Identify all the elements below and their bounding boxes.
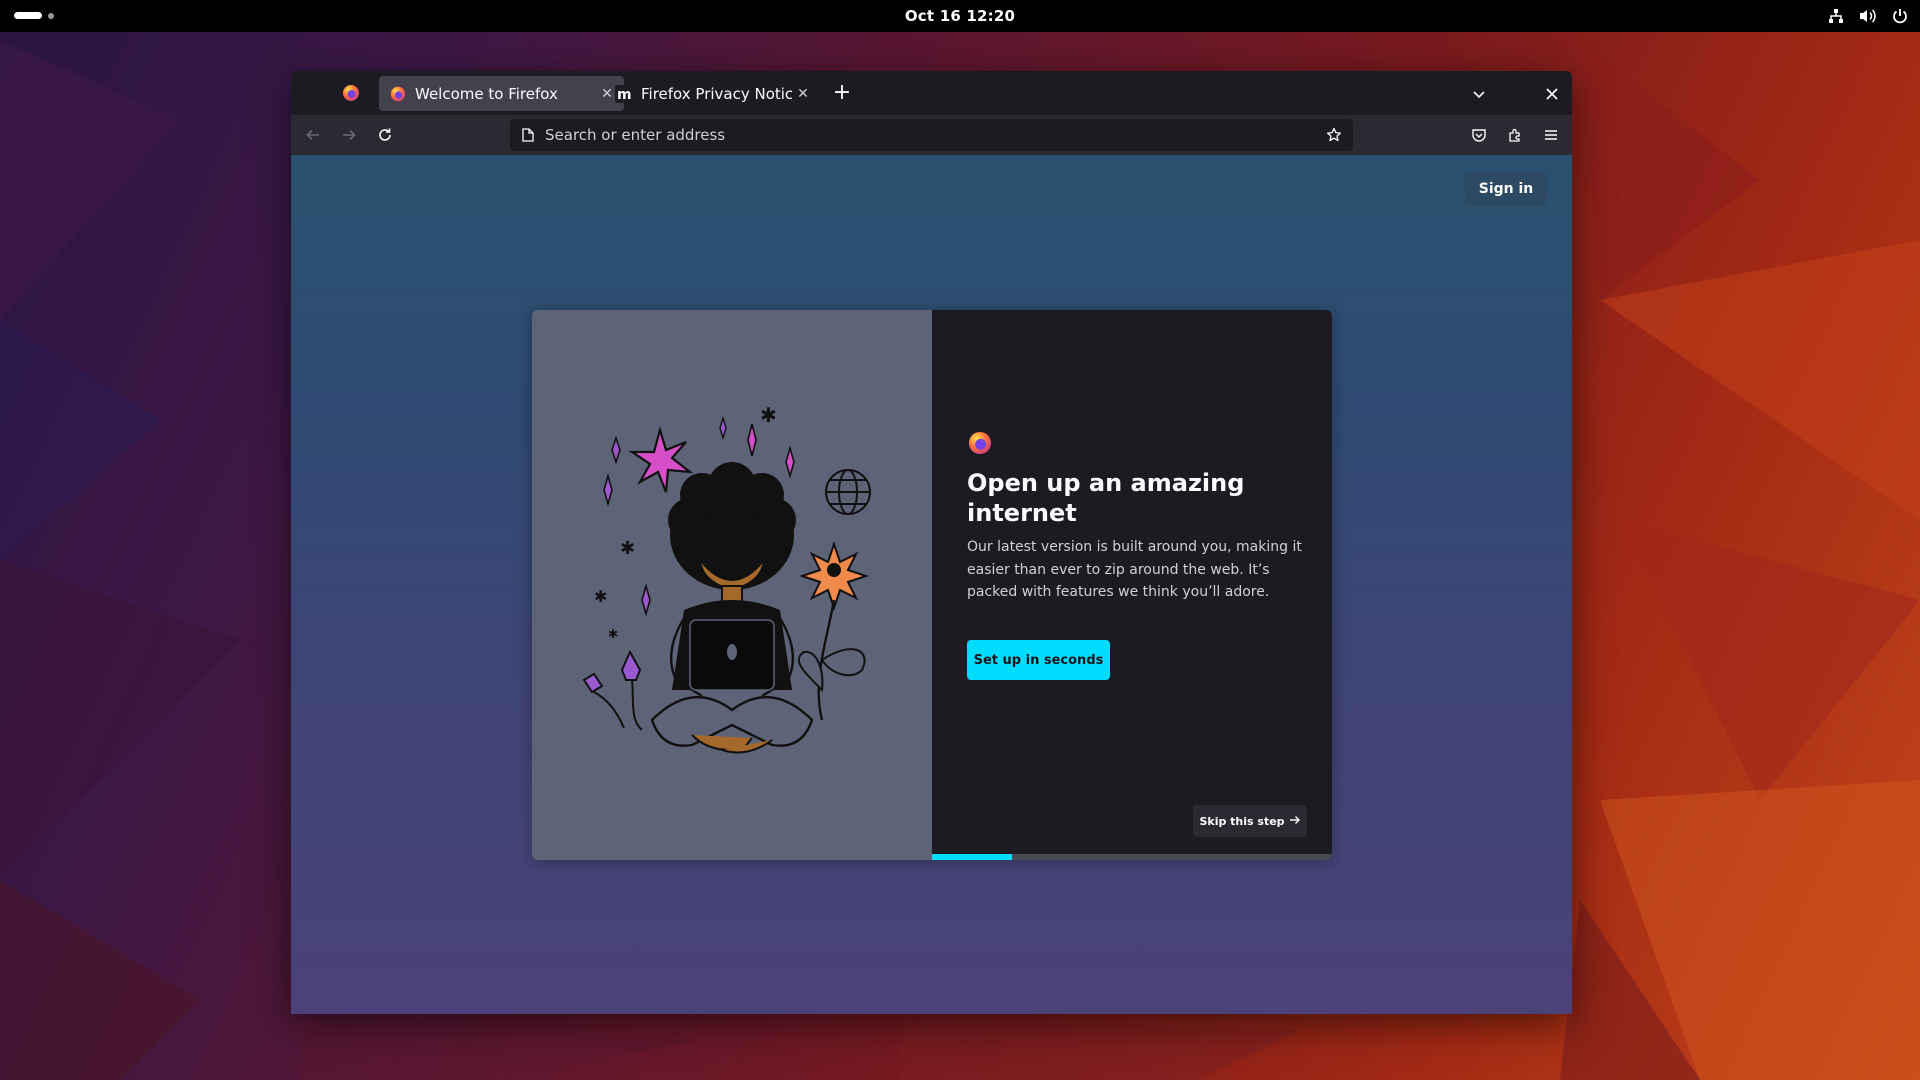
onboarding-text-panel: Open up an amazing internet Our latest v… xyxy=(932,310,1332,860)
navigation-toolbar: Search or enter address xyxy=(291,115,1572,155)
svg-text:m: m xyxy=(617,87,632,103)
mozilla-m-icon: m xyxy=(615,84,633,103)
reload-icon[interactable] xyxy=(373,123,397,147)
extensions-puzzle-icon[interactable] xyxy=(1503,123,1527,147)
skip-step-button[interactable]: Skip this step xyxy=(1193,805,1307,837)
tab-strip: Welcome to Firefox ✕ m Firefox Privacy N… xyxy=(291,71,1572,115)
address-placeholder[interactable]: Search or enter address xyxy=(545,126,1323,144)
progress-fill xyxy=(932,854,1012,860)
tab-title: Firefox Privacy Notice — M xyxy=(641,84,792,103)
forward-arrow-icon[interactable] xyxy=(337,123,361,147)
firefox-window: Welcome to Firefox ✕ m Firefox Privacy N… xyxy=(291,71,1572,1014)
page-icon xyxy=(519,126,537,144)
page-content: Sign in ✱ ✱ ✱ ✱ Open up an amazing inter… xyxy=(291,155,1572,1014)
arrow-right-icon xyxy=(1289,815,1301,828)
system-top-bar: Oct 16 12:20 xyxy=(0,0,1920,32)
power-icon xyxy=(1890,6,1910,26)
close-tab-icon[interactable]: ✕ xyxy=(792,83,814,105)
person-with-laptop-illustration: ✱ ✱ ✱ ✱ xyxy=(582,403,871,754)
onboarding-headline: Open up an amazing internet xyxy=(967,469,1245,527)
onboarding-card: ✱ ✱ ✱ ✱ Open up an amazing internet Our … xyxy=(532,310,1332,860)
firefox-view-icon[interactable] xyxy=(341,83,361,103)
bookmark-star-icon[interactable] xyxy=(1323,124,1345,146)
svg-text:✱: ✱ xyxy=(608,627,618,641)
svg-text:✱: ✱ xyxy=(620,538,635,559)
tab-title: Welcome to Firefox xyxy=(415,84,558,103)
firefox-icon xyxy=(389,85,407,103)
back-arrow-icon[interactable] xyxy=(301,123,325,147)
window-close-icon[interactable] xyxy=(1541,83,1563,105)
sign-in-button[interactable]: Sign in xyxy=(1465,172,1547,206)
svg-text:✱: ✱ xyxy=(760,403,777,427)
onboarding-subtext: Our latest version is built around you, … xyxy=(967,539,1302,600)
system-tray[interactable] xyxy=(1826,6,1910,26)
onboarding-progress-bar xyxy=(932,854,1332,860)
address-bar[interactable]: Search or enter address xyxy=(510,119,1353,151)
pocket-icon[interactable] xyxy=(1467,123,1491,147)
tab-privacy-notice[interactable]: m Firefox Privacy Notice — M ✕ xyxy=(605,76,820,111)
list-all-tabs-chevron-icon[interactable] xyxy=(1468,83,1490,105)
illustration-panel: ✱ ✱ ✱ ✱ xyxy=(532,310,932,860)
clock[interactable]: Oct 16 12:20 xyxy=(905,7,1015,25)
new-tab-button[interactable]: + xyxy=(831,82,853,105)
set-up-button[interactable]: Set up in seconds xyxy=(967,640,1110,680)
network-icon xyxy=(1826,6,1846,26)
tab-welcome[interactable]: Welcome to Firefox ✕ xyxy=(379,76,624,111)
hamburger-menu-icon[interactable] xyxy=(1539,123,1563,147)
skip-step-label: Skip this step xyxy=(1199,814,1285,828)
firefox-logo-icon xyxy=(967,430,993,456)
volume-icon xyxy=(1858,6,1878,26)
svg-text:✱: ✱ xyxy=(594,587,607,606)
